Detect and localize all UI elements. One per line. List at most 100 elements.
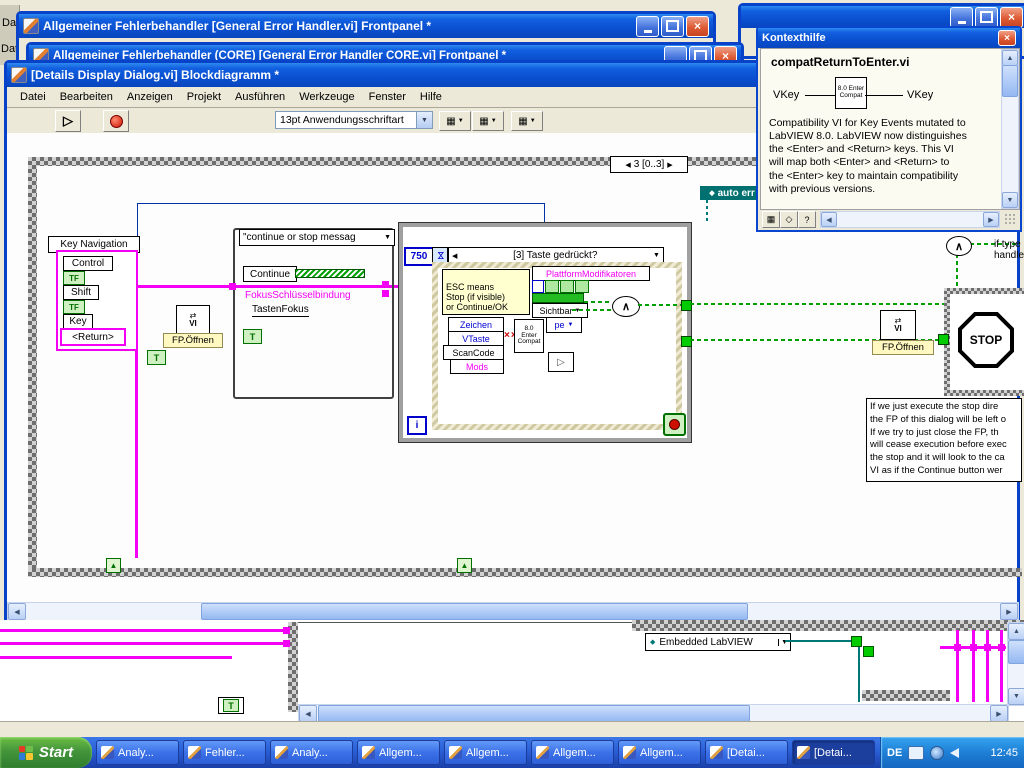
scroll-down-button[interactable]: ▼ [1002, 192, 1018, 208]
minimize-button[interactable] [636, 16, 659, 37]
tunnel[interactable] [283, 640, 290, 647]
tunnel[interactable] [283, 627, 290, 634]
task-button-9[interactable]: [Detai... [792, 740, 875, 765]
target-dropdown[interactable]: ◆ Embedded LabVIEW ▼ [645, 633, 791, 651]
volume-tray-icon[interactable] [950, 748, 959, 758]
bottom-vscrollbar[interactable]: ▲ ▼ [1007, 622, 1024, 706]
scroll-thumb[interactable] [1002, 65, 1018, 97]
wire-teal [785, 640, 858, 642]
menu-werkzeuge[interactable]: Werkzeuge [292, 88, 361, 106]
task-label: Analy... [118, 747, 154, 759]
task-button-1[interactable]: Analy... [96, 740, 179, 765]
task-button-8[interactable]: [Detai... [705, 740, 788, 765]
main-window-title: [Details Display Dialog.vi] Blockdiagram… [31, 68, 279, 82]
maximize-icon [980, 11, 993, 23]
task-button-4[interactable]: Allgem... [357, 740, 440, 765]
wire-magenta [0, 642, 290, 645]
task-app-icon [101, 746, 114, 759]
menu-fenster[interactable]: Fenster [362, 88, 413, 106]
distribute-objects-icon: ▦ [479, 116, 488, 127]
wire-magenta [0, 656, 232, 659]
scroll-up-button[interactable]: ▲ [1002, 50, 1018, 66]
chevron-down-icon: ▼ [530, 118, 536, 124]
target-dropdown-value: Embedded LabVIEW [659, 637, 752, 648]
minimize-button[interactable] [950, 7, 973, 28]
help-titlebar[interactable]: Kontexthilfe × [758, 28, 1020, 48]
scroll-right-button[interactable]: ▶ [1000, 603, 1018, 620]
tunnel[interactable] [970, 644, 977, 651]
scroll-right-button[interactable]: ▶ [990, 705, 1008, 722]
connector-line [805, 95, 835, 96]
abort-button[interactable] [103, 110, 129, 132]
vkey-input-label: VKey [773, 89, 799, 101]
scroll-thumb[interactable] [1008, 640, 1024, 664]
main-hscrollbar[interactable]: ◀ ▶ [7, 602, 1019, 621]
scroll-thumb[interactable] [201, 603, 748, 620]
scroll-thumb[interactable] [318, 705, 750, 722]
menu-ausfuehren[interactable]: Ausführen [228, 88, 292, 106]
resize-grip[interactable] [1004, 213, 1016, 225]
keyboard-tray-icon[interactable] [908, 746, 924, 760]
network-tray-icon[interactable] [930, 746, 944, 760]
help-hscrollbar[interactable]: ◀ ▶ [820, 211, 1000, 228]
menu-projekt[interactable]: Projekt [180, 88, 228, 106]
scroll-left-button[interactable]: ◀ [8, 603, 26, 620]
distribute-objects-button[interactable]: ▦ ▼ [472, 111, 504, 131]
task-button-7[interactable]: Allgem... [618, 740, 701, 765]
help-question-button[interactable]: ? [798, 211, 816, 228]
help-vscrollbar[interactable]: ▲ ▼ [1001, 49, 1019, 209]
menu-hilfe[interactable]: Hilfe [413, 88, 449, 106]
task-button-6[interactable]: Allgem... [531, 740, 614, 765]
fragment-text: Da [2, 17, 16, 29]
connector-line [865, 95, 903, 96]
menu-bearbeiten[interactable]: Bearbeiten [53, 88, 120, 106]
run-button[interactable]: ▷ [55, 110, 81, 132]
close-icon: × [1004, 33, 1010, 44]
tunnel-green[interactable] [863, 646, 874, 657]
start-button[interactable]: Start [0, 737, 92, 768]
task-app-icon [362, 746, 375, 759]
close-button[interactable]: × [1000, 7, 1023, 28]
boolean-node[interactable]: T [218, 697, 244, 714]
maximize-button[interactable] [661, 16, 684, 37]
run-icon: ▷ [63, 113, 73, 129]
task-app-icon [188, 746, 201, 759]
detailed-help-icon: ◇ [786, 214, 793, 225]
align-objects-icon: ▦ [446, 116, 455, 127]
font-selector[interactable]: 13pt Anwendungsschriftart ▼ [275, 111, 433, 129]
resize-objects-button[interactable]: ▦ ▼ [511, 111, 543, 131]
tunnel[interactable] [954, 644, 961, 651]
scroll-up-button[interactable]: ▲ [1008, 623, 1024, 640]
context-help-window[interactable]: Kontexthilfe × compatReturnToEnter.vi VK… [756, 26, 1022, 232]
structure-border-h [632, 620, 1024, 631]
chevron-down-icon: ▼ [416, 112, 432, 128]
lock-help-button[interactable]: ▦ [762, 211, 780, 228]
window-title: Allgemeiner Fehlerbehandler [General Err… [43, 19, 431, 33]
compat-vi-icon: 8.0 Enter Compat [835, 77, 867, 109]
task-button-3[interactable]: Analy... [270, 740, 353, 765]
task-button-5[interactable]: Allgem... [444, 740, 527, 765]
tunnel[interactable] [984, 644, 991, 651]
scroll-right-button[interactable]: ▶ [983, 212, 999, 227]
task-label: Allgem... [466, 747, 509, 759]
tunnel[interactable] [998, 644, 1005, 651]
task-label: Allgem... [553, 747, 596, 759]
maximize-button[interactable] [975, 7, 998, 28]
task-button-2[interactable]: Fehler... [183, 740, 266, 765]
menu-datei[interactable]: Datei [13, 88, 53, 106]
menu-anzeigen[interactable]: Anzeigen [120, 88, 180, 106]
close-button[interactable]: × [686, 16, 709, 37]
close-button[interactable]: × [998, 30, 1016, 46]
wire-teal [858, 640, 860, 702]
detailed-help-button[interactable]: ◇ [780, 211, 798, 228]
help-content: compatReturnToEnter.vi VKey 8.0 Enter Co… [760, 48, 1020, 210]
scroll-down-button[interactable]: ▼ [1008, 688, 1024, 705]
scroll-up-icon: ▲ [1007, 55, 1014, 62]
tunnel-green[interactable] [851, 636, 862, 647]
scroll-left-button[interactable]: ◀ [821, 212, 837, 227]
scroll-left-button[interactable]: ◀ [299, 705, 317, 722]
help-bottom-bar: ▦ ◇ ? ◀ ▶ [760, 210, 1018, 228]
align-objects-button[interactable]: ▦ ▼ [439, 111, 471, 131]
language-indicator[interactable]: DE [887, 747, 902, 759]
diamond-icon: ◆ [650, 638, 655, 646]
